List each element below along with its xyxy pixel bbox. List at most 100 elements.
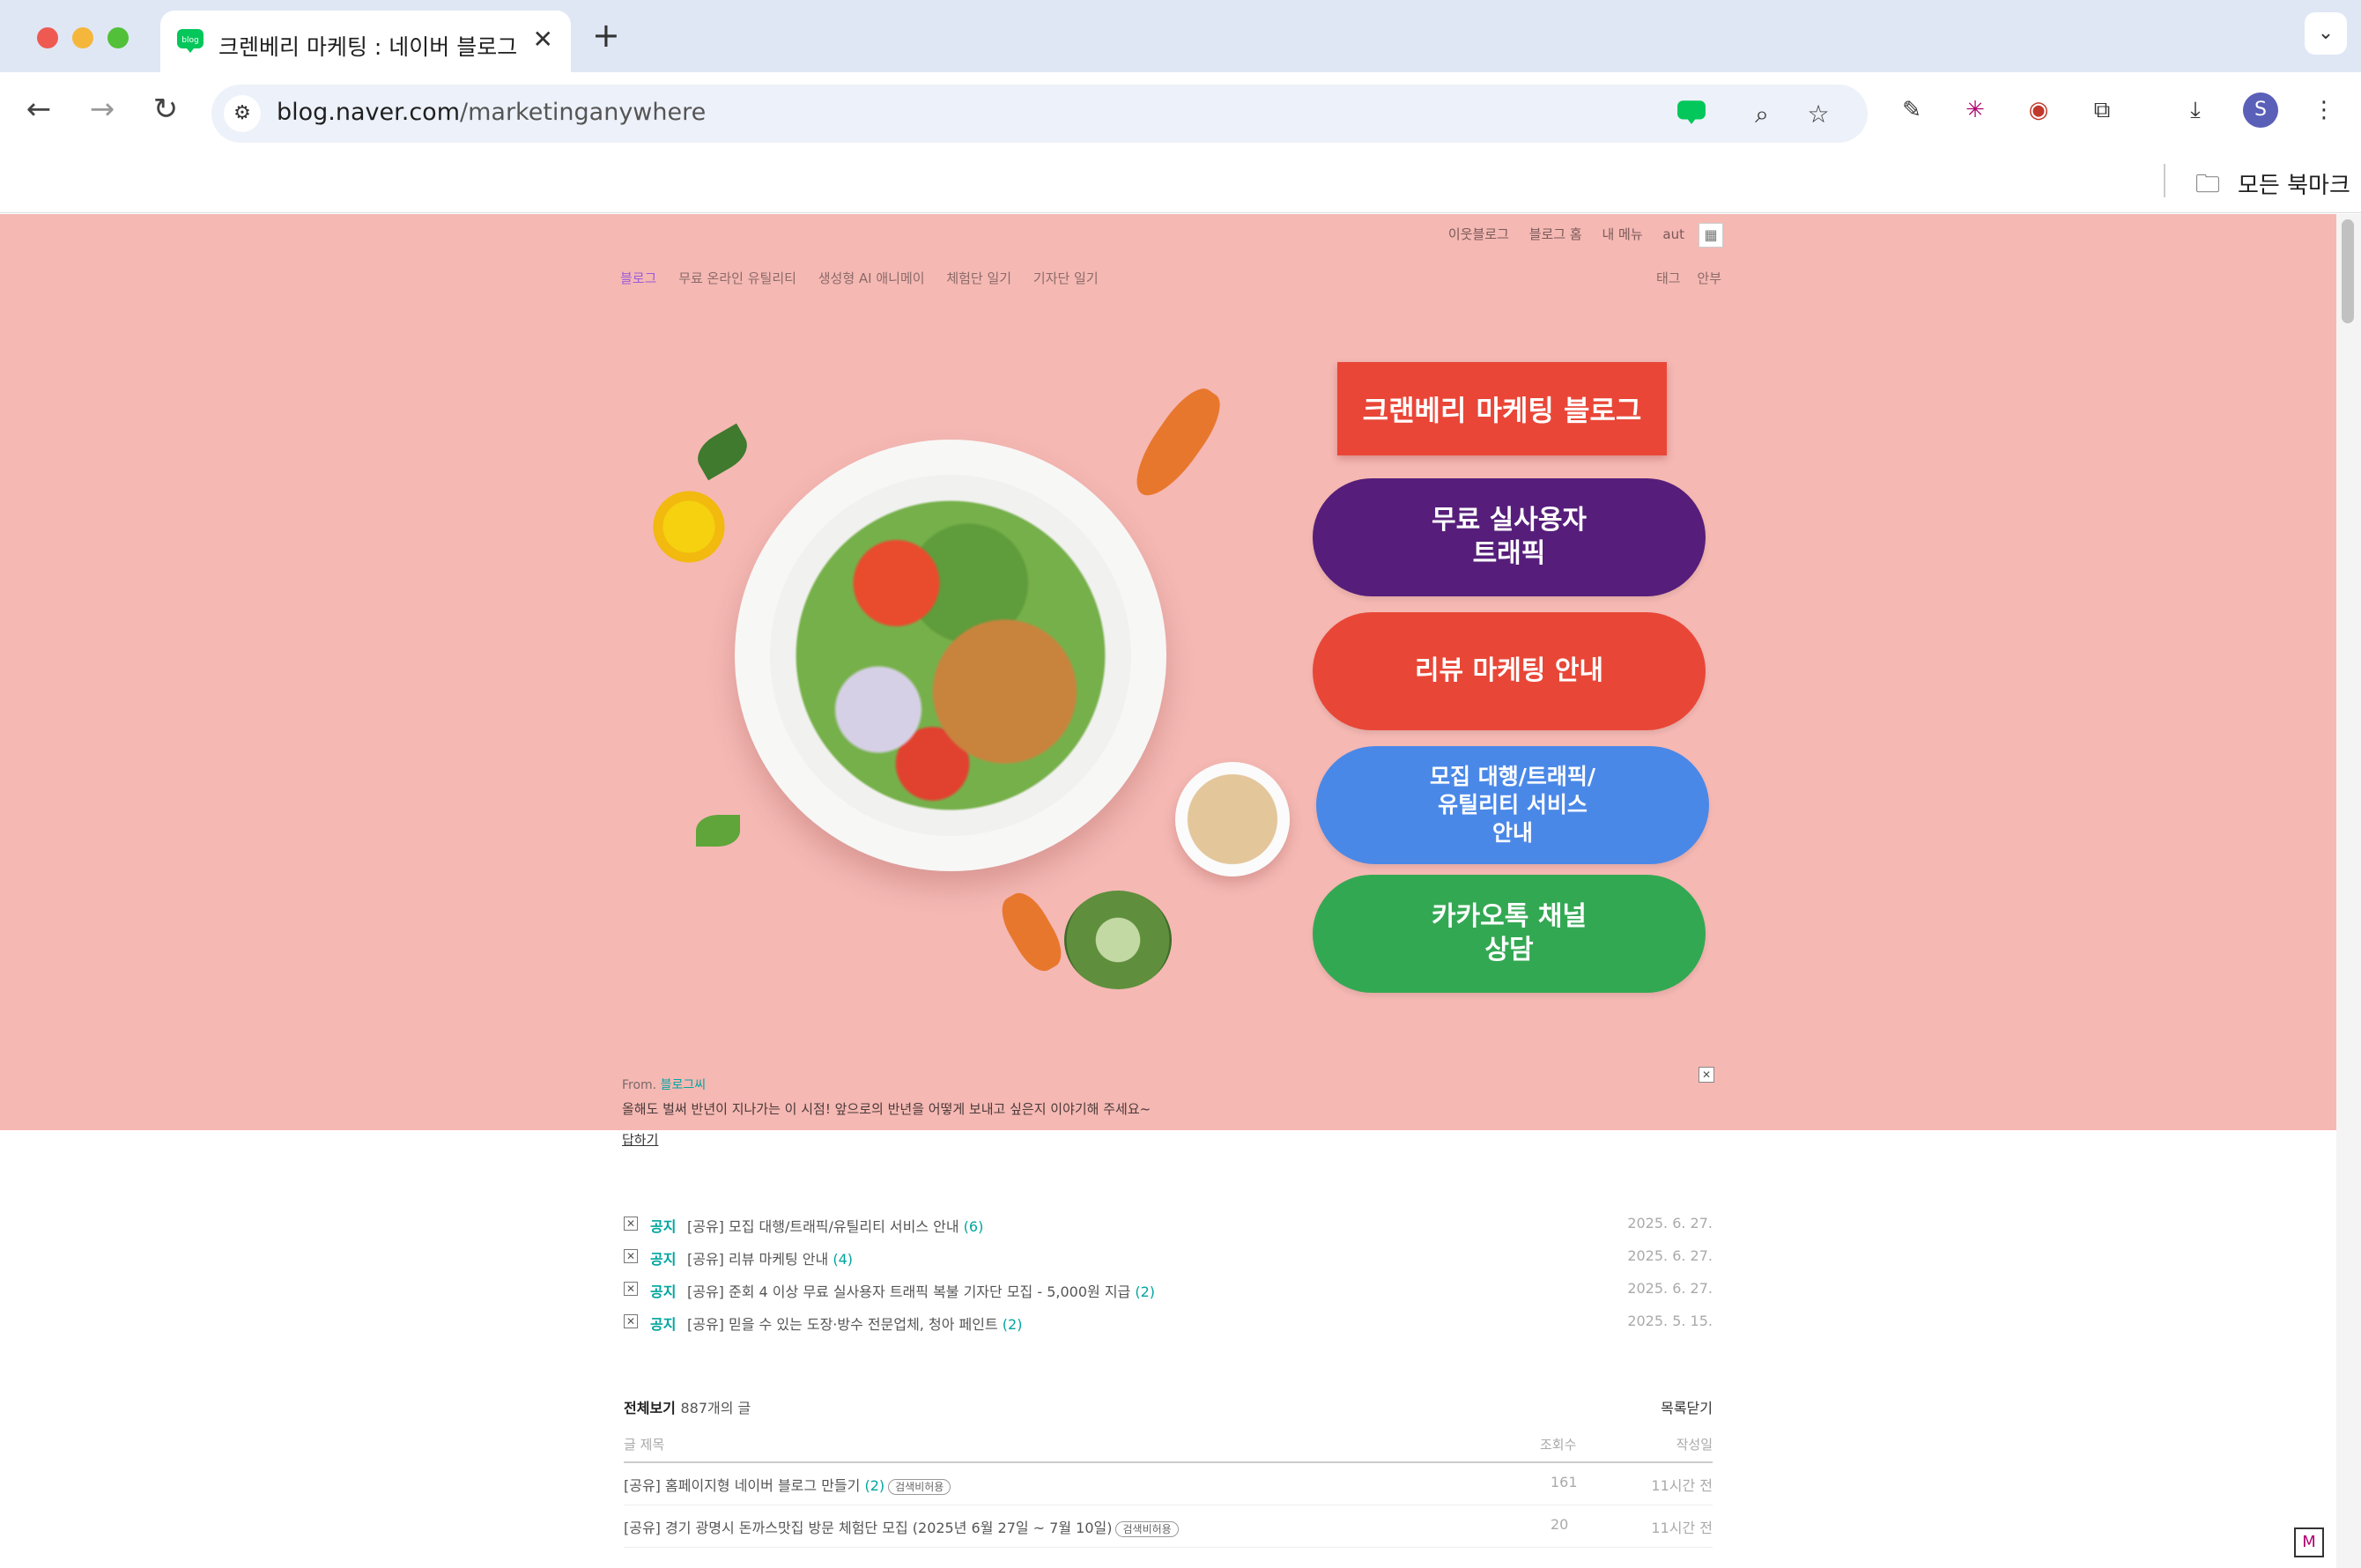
notice-date: 2025. 6. 27. (1627, 1215, 1713, 1231)
notice-tag: 공지 (650, 1218, 677, 1235)
corn-image (647, 478, 731, 575)
notice-title[interactable]: [공유] 리뷰 마케팅 안내 (4) (687, 1247, 853, 1268)
post-title[interactable]: [공유] 홈페이지형 네이버 블로그 만들기 (2) 검색비허용 (624, 1474, 951, 1495)
menu-ai-animation[interactable]: 생성형 AI 애니메이 (818, 270, 925, 286)
download-icon[interactable]: ⤓ (2176, 91, 2215, 129)
post-title[interactable]: [공유] 경기 광명시 돈까스맛집 방문 체험단 모집 (2025년 6월 27… (624, 1516, 1179, 1537)
address-bar[interactable]: ⚙ blog.naver.com/marketinganywhere ⌕ ☆ (211, 85, 1868, 143)
apps-grid-icon[interactable]: ▦ (1699, 223, 1723, 248)
leaf-image (696, 815, 740, 847)
maximize-window-button[interactable] (107, 27, 129, 48)
scrollbar-thumb[interactable] (2342, 219, 2354, 323)
salad-food (770, 475, 1131, 836)
extension-pen-icon[interactable]: ✎ (1892, 91, 1931, 129)
notice-item[interactable]: ✕ 공지 [공유] 모집 대행/트래픽/유틸리티 서비스 안내 (6) 2025… (624, 1215, 1713, 1247)
salad-plate-image (735, 440, 1166, 871)
notice-title[interactable]: [공유] 모집 대행/트래픽/유틸리티 서비스 안내 (6) (687, 1215, 983, 1236)
tab-search-chevron-icon[interactable]: ⌄ (2305, 12, 2347, 55)
post-list-header: 전체보기 887개의 글 목록닫기 (624, 1396, 1713, 1431)
site-info-icon[interactable]: ⚙ (224, 95, 261, 132)
post-date: 11시간 전 (1651, 1477, 1713, 1494)
notice-date: 2025. 6. 27. (1627, 1280, 1713, 1297)
notice-date: 2025. 5. 15. (1627, 1313, 1713, 1329)
naver-blog-app-icon[interactable] (1674, 97, 1709, 132)
review-marketing-button[interactable]: 리뷰 마케팅 안내 (1313, 612, 1706, 730)
reload-button[interactable]: ↻ (144, 92, 187, 127)
col-views: 조회수 (1540, 1437, 1577, 1453)
recruit-service-button[interactable]: 모집 대행/트래픽/ 유틸리티 서비스 안내 (1316, 746, 1709, 864)
blog-question-text: 올해도 벌써 반년이 지나가는 이 시점! 앞으로의 반년을 어떻게 보내고 싶… (622, 1101, 1151, 1117)
menu-kebab-icon[interactable]: ⋮ (2305, 91, 2343, 129)
notice-close-icon[interactable]: ✕ (624, 1217, 638, 1231)
close-window-button[interactable] (37, 27, 58, 48)
naver-blog-favicon-icon: blog (177, 29, 204, 53)
notice-title[interactable]: [공유] 준회 4 이상 무료 실사용자 트래픽 복불 기자단 모집 - 5,0… (687, 1280, 1155, 1301)
herb-image (691, 423, 754, 481)
menu-tags[interactable]: 태그 (1656, 270, 1681, 286)
new-tab-button[interactable]: + (592, 16, 620, 55)
back-button[interactable]: ← (18, 92, 60, 127)
bookmarks-separator (2164, 164, 2165, 197)
kakao-channel-button[interactable]: 카카오톡 채널 상담 (1313, 875, 1706, 993)
gnb-neighbor-blog[interactable]: 이웃블로그 (1448, 226, 1509, 242)
notice-item[interactable]: ✕ 공지 [공유] 리뷰 마케팅 안내 (4) 2025. 6. 27. (624, 1247, 1713, 1280)
blog-question-source: From. 블로그씨 (622, 1078, 707, 1092)
miricanvas-floating-icon[interactable]: M (2294, 1527, 2324, 1557)
profile-avatar[interactable]: S (2243, 92, 2278, 128)
notice-date: 2025. 6. 27. (1627, 1247, 1713, 1264)
page-scrollbar[interactable] (2336, 214, 2361, 1568)
gnb-my-menu[interactable]: 내 메뉴 (1602, 226, 1642, 242)
free-traffic-button[interactable]: 무료 실사용자 트래픽 (1313, 478, 1706, 596)
notice-close-icon[interactable]: ✕ (624, 1314, 638, 1328)
gnb-account[interactable]: aut (1662, 226, 1684, 242)
active-tab[interactable]: blog 크렌베리 마케팅 : 네이버 블로그 ✕ (160, 11, 571, 74)
post-list-columns: 글 제목 조회수 작성일 (624, 1431, 1713, 1463)
close-icon[interactable]: ✕ (1699, 1067, 1714, 1083)
minimize-window-button[interactable] (72, 27, 93, 48)
blog-title-button[interactable]: 크랜베리 마케팅 블로그 (1337, 362, 1667, 455)
blog-category-menu: 블로그 무료 온라인 유틸리티 생성형 AI 애니메이 체험단 일기 기자단 일… (620, 269, 1116, 287)
extension-miricanvas-icon[interactable]: ✳ (1956, 91, 1995, 129)
zoom-icon[interactable]: ⌕ (1744, 97, 1780, 132)
granola-bowl-image (1175, 762, 1290, 876)
menu-reporter-diary[interactable]: 기자단 일기 (1033, 270, 1099, 286)
tab-close-icon[interactable]: ✕ (533, 25, 553, 54)
svg-text:blog: blog (181, 36, 198, 45)
folder-icon: 🗀 (2195, 169, 2221, 198)
reply-link[interactable]: 답하기 (622, 1130, 658, 1149)
menu-free-utility[interactable]: 무료 온라인 유틸리티 (678, 270, 796, 286)
notice-close-icon[interactable]: ✕ (624, 1282, 638, 1296)
all-bookmarks-button[interactable]: 모든 북마크 (2238, 167, 2350, 200)
post-views: 161 (1551, 1474, 1578, 1490)
menu-blog[interactable]: 블로그 (620, 270, 656, 286)
extensions-puzzle-icon[interactable]: ⧉ (2083, 91, 2121, 129)
tab-strip: blog 크렌베리 마케팅 : 네이버 블로그 ✕ + ⌄ (0, 0, 2361, 74)
close-list-button[interactable]: 목록닫기 (1661, 1396, 1713, 1417)
notice-item[interactable]: ✕ 공지 [공유] 준회 4 이상 무료 실사용자 트래픽 복불 기자단 모집 … (624, 1280, 1713, 1313)
tab-title: 크렌베리 마케팅 : 네이버 블로그 (218, 34, 518, 60)
gnb-blog-home[interactable]: 블로그 홈 (1529, 226, 1582, 242)
notice-title[interactable]: [공유] 믿을 수 있는 도장·방수 전문업체, 청아 페인트 (2) (687, 1313, 1022, 1334)
notice-close-icon[interactable]: ✕ (624, 1249, 638, 1263)
extension-eyes-icon[interactable]: ◉ (2019, 91, 2058, 129)
search-blocked-badge: 검색비허용 (888, 1479, 951, 1495)
notice-list: ✕ 공지 [공유] 모집 대행/트래픽/유틸리티 서비스 안내 (6) 2025… (624, 1215, 1713, 1345)
browser-chrome: blog 크렌베리 마케팅 : 네이버 블로그 ✕ + ⌄ ← → ↻ ⚙ bl… (0, 0, 2361, 213)
bookmarks-bar: 🗀 모든 북마크 (0, 153, 2361, 213)
post-row[interactable]: [공유] 홈페이지형 네이버 블로그 만들기 (2) 검색비허용 161 11시간… (624, 1463, 1713, 1505)
blog-question-link[interactable]: 블로그씨 (661, 1078, 707, 1092)
post-list: 전체보기 887개의 글 목록닫기 글 제목 조회수 작성일 [공유] 홈페이지… (624, 1396, 1713, 1548)
post-row[interactable]: [공유] 경기 광명시 돈까스맛집 방문 체험단 모집 (2025년 6월 27… (624, 1505, 1713, 1548)
url-text[interactable]: blog.naver.com/marketinganywhere (277, 99, 706, 126)
bookmark-star-icon[interactable]: ☆ (1801, 97, 1836, 132)
blog-page: 이웃블로그 블로그 홈 내 메뉴 aut ▦ 블로그 무료 온라인 유틸리티 생… (0, 214, 2336, 1568)
notice-item[interactable]: ✕ 공지 [공유] 믿을 수 있는 도장·방수 전문업체, 청아 페인트 (2)… (624, 1313, 1713, 1345)
global-nav: 이웃블로그 블로그 홈 내 메뉴 aut (1432, 225, 1684, 243)
col-date: 작성일 (1676, 1437, 1713, 1453)
forward-button[interactable]: → (81, 92, 123, 127)
menu-guestbook[interactable]: 안부 (1697, 270, 1721, 286)
col-title: 글 제목 (624, 1437, 665, 1453)
search-blocked-badge: 검색비허용 (1115, 1521, 1179, 1537)
menu-experience-diary[interactable]: 체험단 일기 (946, 270, 1011, 286)
post-date: 11시간 전 (1651, 1520, 1713, 1536)
